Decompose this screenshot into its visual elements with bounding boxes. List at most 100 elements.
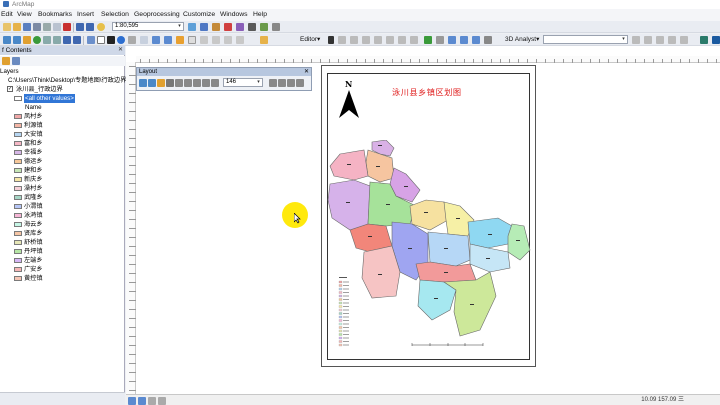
editor-more-icon[interactable] xyxy=(484,36,492,44)
cut-polygons-icon[interactable] xyxy=(410,36,418,44)
3d-layer-combo[interactable]: ▾ xyxy=(543,35,628,44)
menu-selection[interactable]: Selection xyxy=(101,9,129,21)
add-data-icon[interactable] xyxy=(97,23,105,31)
close-icon[interactable]: ✕ xyxy=(118,47,123,54)
menu-edit[interactable]: Edit xyxy=(1,9,13,21)
forward-extent-icon[interactable] xyxy=(73,36,81,44)
layout-zoom-combo[interactable]: 146 ▾ xyxy=(223,78,263,87)
edit-tool-icon[interactable] xyxy=(328,36,334,44)
toggle-draft-mode-icon[interactable] xyxy=(269,79,277,87)
find-icon[interactable] xyxy=(128,36,136,44)
create-viewer-icon[interactable] xyxy=(188,36,196,44)
edit-vertices-icon[interactable] xyxy=(386,36,394,44)
text-tool-icon[interactable] xyxy=(224,36,232,44)
open-icon[interactable] xyxy=(13,23,21,31)
full-extent-icon[interactable] xyxy=(33,36,41,44)
menu-view[interactable]: View xyxy=(17,9,32,21)
go-back-extent-icon[interactable] xyxy=(202,79,210,87)
create-features-icon[interactable] xyxy=(472,36,480,44)
cut-icon[interactable] xyxy=(43,23,51,31)
fixed-zoom-in-icon[interactable] xyxy=(184,79,192,87)
layer-visibility-checkbox[interactable]: ✓ xyxy=(7,86,13,92)
help-icon[interactable] xyxy=(272,23,280,31)
redo-icon[interactable] xyxy=(86,23,94,31)
trace-icon[interactable] xyxy=(362,36,370,44)
copy-icon[interactable] xyxy=(53,23,61,31)
fill-tool-icon[interactable] xyxy=(236,36,244,44)
html-popup-icon[interactable] xyxy=(164,36,172,44)
contour-icon[interactable] xyxy=(632,36,640,44)
editor-toolbar-icon[interactable] xyxy=(188,23,196,31)
sketch-properties-icon[interactable] xyxy=(460,36,468,44)
profile-icon[interactable] xyxy=(668,36,676,44)
data-driven-pages-icon[interactable] xyxy=(296,79,304,87)
fixed-zoom-out-icon[interactable] xyxy=(53,36,61,44)
layout-view-icon[interactable] xyxy=(138,397,146,405)
toc-window-icon[interactable] xyxy=(200,23,208,31)
fixed-zoom-in-icon[interactable] xyxy=(43,36,51,44)
pause-drawing-icon[interactable] xyxy=(158,397,166,405)
zoom-whole-page-icon[interactable] xyxy=(166,79,174,87)
arctoolbox-icon[interactable] xyxy=(236,23,244,31)
zoom-out-icon[interactable] xyxy=(13,36,21,44)
arcglobe-icon[interactable] xyxy=(712,36,720,44)
menu-insert[interactable]: Insert xyxy=(77,9,94,21)
editor-dropdown[interactable]: Editor▾ xyxy=(300,35,320,45)
north-arrow-icon[interactable] xyxy=(338,90,360,120)
rotate-icon[interactable] xyxy=(436,36,444,44)
time-slider-icon[interactable] xyxy=(176,36,184,44)
layout-zoom-in-icon[interactable] xyxy=(139,79,147,87)
menu-bookmarks[interactable]: Bookmarks xyxy=(38,9,72,21)
attributes-icon[interactable] xyxy=(448,36,456,44)
select-elements-icon[interactable] xyxy=(107,36,115,44)
map-legend[interactable] xyxy=(337,276,367,351)
go-forward-extent-icon[interactable] xyxy=(211,79,219,87)
end-point-arc-icon[interactable] xyxy=(350,36,358,44)
split-icon[interactable] xyxy=(424,36,432,44)
draw-tool-icon[interactable] xyxy=(212,36,220,44)
menu-customize[interactable]: Customize xyxy=(183,9,215,21)
close-icon[interactable]: ✕ xyxy=(304,68,309,76)
list-by-drawing-order-icon[interactable] xyxy=(2,57,10,65)
map-title[interactable]: 泳川县乡镇区划图 xyxy=(392,86,462,98)
menu-geoprocessing[interactable]: Geoprocessing xyxy=(134,9,180,21)
layout-tool-icon[interactable] xyxy=(200,36,208,44)
print-icon[interactable] xyxy=(33,23,41,31)
layout-zoom-out-icon[interactable] xyxy=(148,79,156,87)
arcscene-icon[interactable] xyxy=(700,36,708,44)
select-features-icon[interactable] xyxy=(87,36,95,44)
hyperlink-icon[interactable] xyxy=(152,36,160,44)
change-layout-icon[interactable] xyxy=(287,79,295,87)
identify-icon[interactable] xyxy=(117,36,125,44)
line-of-sight-icon[interactable] xyxy=(656,36,664,44)
fixed-zoom-out-icon[interactable] xyxy=(193,79,201,87)
3d-analyst-dropdown[interactable]: 3D Analyst▾ xyxy=(505,35,539,45)
profile-graph-icon[interactable] xyxy=(680,36,688,44)
search-window-icon[interactable] xyxy=(224,23,232,31)
list-by-source-icon[interactable] xyxy=(12,57,20,65)
focus-data-frame-icon[interactable] xyxy=(278,79,286,87)
zoom-in-icon[interactable] xyxy=(3,36,11,44)
catalog-icon[interactable] xyxy=(212,23,220,31)
measure-icon[interactable] xyxy=(140,36,148,44)
menu-windows[interactable]: Windows xyxy=(220,9,248,21)
new-map-icon[interactable] xyxy=(3,23,11,31)
scale-bar[interactable] xyxy=(410,340,485,350)
menu-help[interactable]: Help xyxy=(253,9,267,21)
georef-tool-icon[interactable] xyxy=(260,36,268,44)
zoom-100-icon[interactable] xyxy=(175,79,183,87)
layout-pan-icon[interactable] xyxy=(157,79,165,87)
steepest-path-icon[interactable] xyxy=(644,36,652,44)
pan-icon[interactable] xyxy=(23,36,31,44)
scale-combo[interactable]: 1:80,595 ▾ xyxy=(112,22,184,31)
clear-selection-icon[interactable] xyxy=(97,36,105,44)
save-icon[interactable] xyxy=(23,23,31,31)
straight-segment-icon[interactable] xyxy=(338,36,346,44)
delete-icon[interactable] xyxy=(63,23,71,31)
point-icon[interactable] xyxy=(374,36,382,44)
python-icon[interactable] xyxy=(248,23,256,31)
model-builder-icon[interactable] xyxy=(260,23,268,31)
refresh-icon[interactable] xyxy=(148,397,156,405)
back-extent-icon[interactable] xyxy=(63,36,71,44)
data-view-icon[interactable] xyxy=(128,397,136,405)
